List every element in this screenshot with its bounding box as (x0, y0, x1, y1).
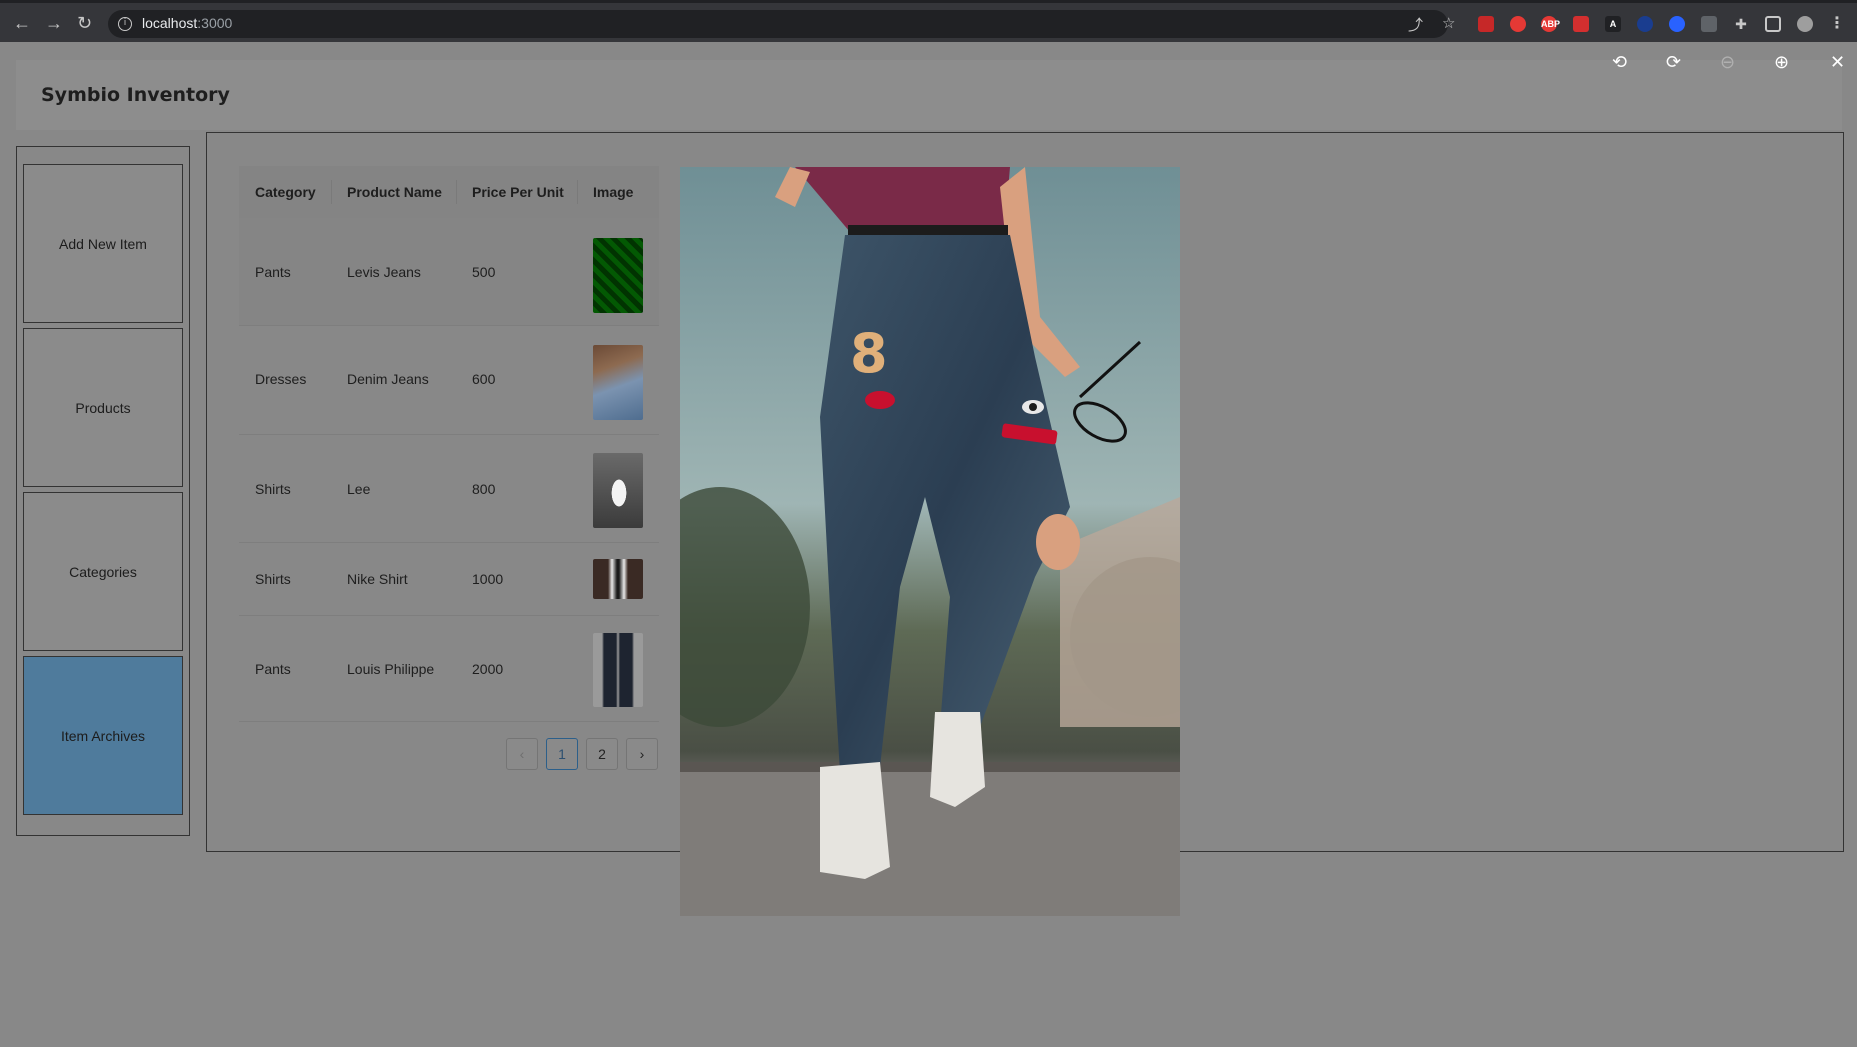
svg-text:8: 8 (850, 322, 888, 385)
browser-toolbar: ← → ↻ i localhost:3000 ⤴ ☆ ABP A ✚ ⋮ (0, 0, 1857, 42)
extension-icon[interactable] (1478, 16, 1494, 32)
lightbox-preview-image: 8 (680, 167, 1180, 916)
rotate-left-icon[interactable]: ⟲ (1612, 52, 1627, 73)
bookmark-star-icon[interactable]: ☆ (1442, 14, 1455, 32)
table-header: Category Product Name Price Per Unit Ima… (239, 166, 659, 218)
address-bar[interactable]: i localhost:3000 ⤴ ☆ (108, 10, 1455, 38)
sidebar-item-item-archives[interactable]: Item Archives (23, 656, 183, 815)
rotate-right-icon[interactable]: ⟳ (1666, 52, 1681, 73)
column-header-price: Price Per Unit (472, 184, 564, 200)
extension-icon[interactable] (1573, 16, 1589, 32)
sidebar-item-add-new-item[interactable]: Add New Item (23, 164, 183, 323)
product-thumbnail[interactable] (593, 345, 643, 420)
pagination-next-button[interactable]: › (626, 738, 658, 770)
extension-icon[interactable] (1637, 16, 1653, 32)
cell-price: 1000 (472, 571, 504, 587)
pagination-page-1[interactable]: 1 (546, 738, 578, 770)
table-row[interactable]: Shirts Nike Shirt 1000 (239, 543, 659, 616)
share-icon[interactable]: ⤴ (1408, 14, 1423, 35)
column-header-category: Category (255, 184, 316, 200)
cell-product-name: Nike Shirt (347, 571, 408, 587)
cell-category: Dresses (255, 371, 307, 387)
products-table: Category Product Name Price Per Unit Ima… (239, 166, 659, 722)
site-info-icon[interactable]: i (118, 17, 132, 31)
table-row[interactable]: Pants Levis Jeans 500 (239, 218, 659, 326)
table-row[interactable]: Shirts Lee 800 (239, 435, 659, 543)
product-thumbnail[interactable] (593, 453, 643, 528)
cell-price: 600 (472, 371, 496, 387)
column-header-image: Image (593, 184, 634, 200)
extension-icon[interactable] (1510, 16, 1526, 32)
sidebar-item-products[interactable]: Products (23, 328, 183, 487)
product-thumbnail[interactable] (593, 559, 643, 599)
menu-dots-icon[interactable]: ⋮ (1829, 16, 1845, 32)
reload-icon[interactable]: ↻ (77, 13, 92, 34)
zoom-in-icon[interactable]: ⊕ (1774, 52, 1789, 73)
cell-category: Pants (255, 264, 291, 280)
column-header-product-name: Product Name (347, 184, 442, 200)
cell-product-name: Denim Jeans (347, 371, 429, 387)
forward-icon[interactable]: → (45, 13, 63, 34)
cell-product-name: Levis Jeans (347, 264, 421, 280)
zoom-out-icon[interactable]: ⊖ (1720, 52, 1735, 73)
cell-price: 2000 (472, 661, 504, 677)
pagination-prev-button[interactable]: ‹ (506, 738, 538, 770)
table-row[interactable]: Pants Louis Philippe 2000 (239, 616, 659, 722)
cell-product-name: Lee (347, 481, 371, 497)
side-panel-icon[interactable] (1765, 16, 1781, 32)
app-header (16, 60, 1842, 130)
product-thumbnail[interactable] (593, 238, 643, 313)
url-text[interactable]: localhost:3000 (142, 15, 232, 31)
cell-category: Pants (255, 661, 291, 677)
pagination-page-2[interactable]: 2 (586, 738, 618, 770)
extension-icon[interactable]: A (1605, 16, 1621, 32)
cell-category: Shirts (255, 571, 291, 587)
jeans-photo: 8 (680, 167, 1180, 916)
sidebar-item-categories[interactable]: Categories (23, 492, 183, 651)
back-icon[interactable]: ← (13, 13, 31, 34)
product-thumbnail[interactable] (593, 633, 643, 707)
close-icon[interactable]: ✕ (1830, 52, 1845, 73)
puzzle-extensions-icon[interactable]: ✚ (1733, 16, 1749, 32)
app-title: Symbio Inventory (41, 84, 230, 106)
sidebar: Add New Item Products Categories Item Ar… (16, 146, 190, 836)
table-row[interactable]: Dresses Denim Jeans 600 (239, 326, 659, 435)
extension-icon[interactable] (1701, 16, 1717, 32)
adblock-extension-icon[interactable]: ABP (1541, 16, 1560, 32)
profile-avatar[interactable] (1797, 16, 1813, 32)
cell-price: 800 (472, 481, 496, 497)
cell-category: Shirts (255, 481, 291, 497)
extension-icon[interactable] (1669, 16, 1685, 32)
cell-product-name: Louis Philippe (347, 661, 435, 677)
cell-price: 500 (472, 264, 496, 280)
